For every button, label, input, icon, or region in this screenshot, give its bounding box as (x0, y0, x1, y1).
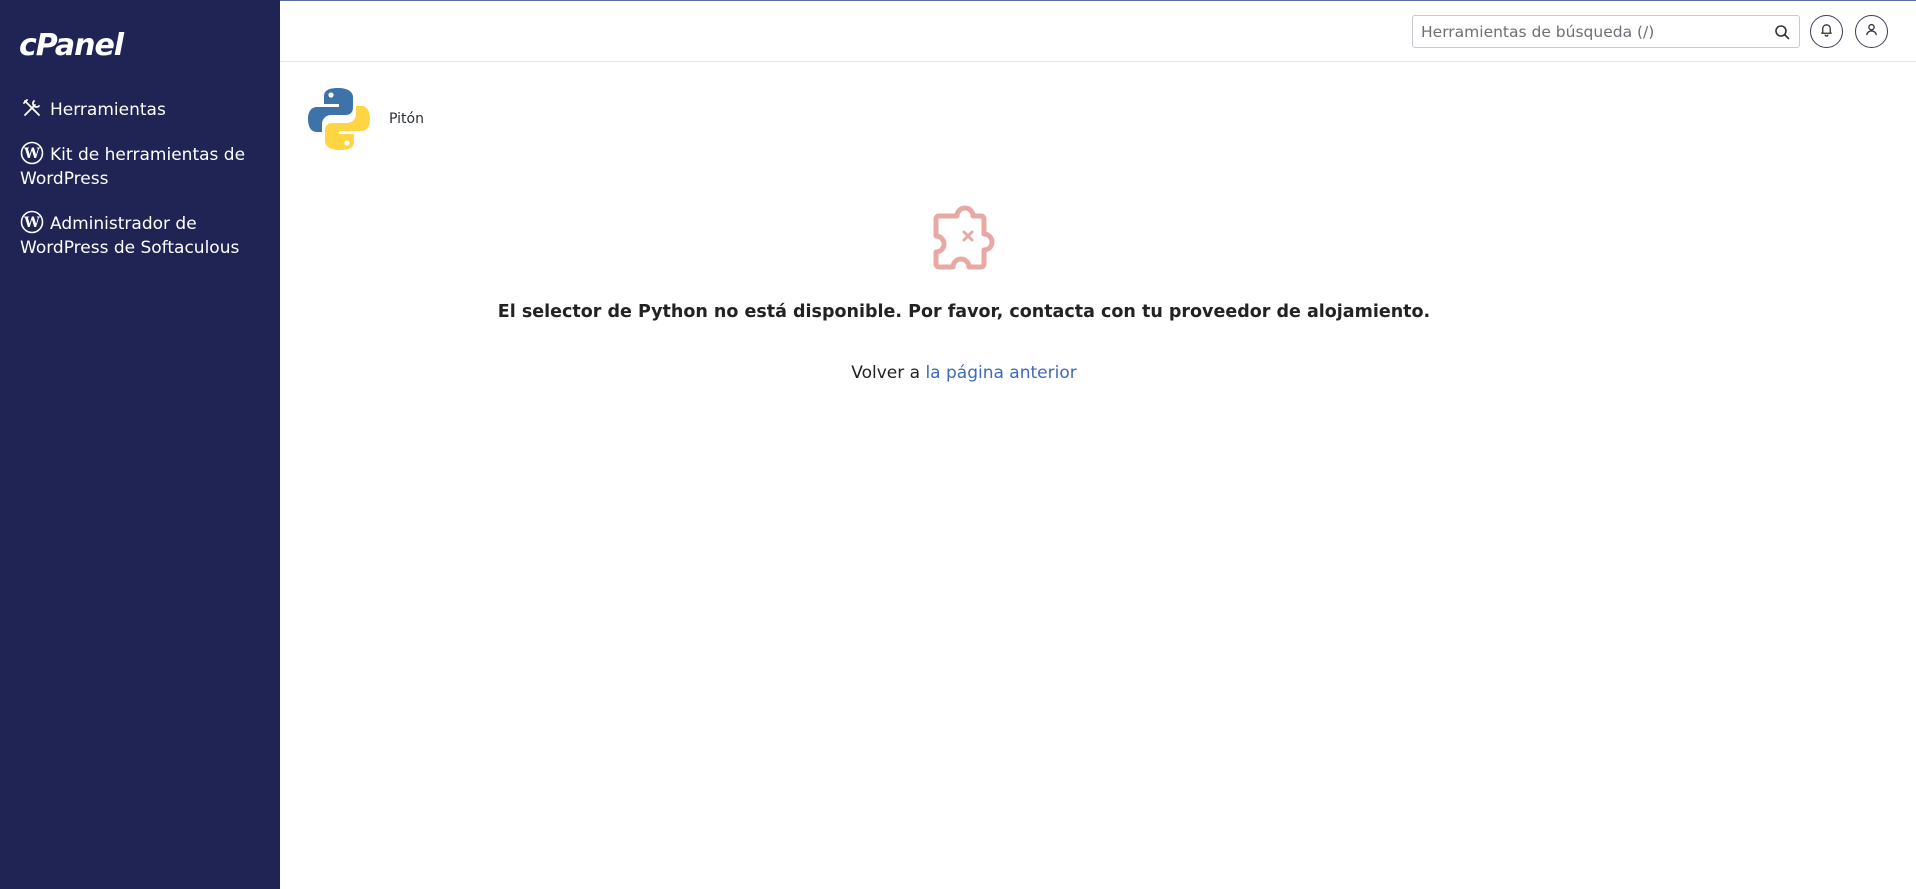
wordpress-icon: W (20, 141, 44, 165)
back-line: Volver a la página anterior (280, 363, 1648, 383)
sidebar-nav: Herramientas W Kit de herramientas de Wo… (20, 96, 270, 279)
sidebar: cPanel Herramientas W Kit de herramienta… (0, 0, 280, 889)
user-icon (1864, 22, 1879, 41)
puzzle-error-icon (924, 198, 1006, 280)
page-title: Pitón (389, 111, 424, 127)
previous-page-link[interactable]: la página anterior (925, 363, 1076, 383)
sidebar-item-label: Kit de herramientas de WordPress (20, 145, 246, 189)
user-menu-button[interactable] (1855, 15, 1888, 48)
sidebar-item-tools[interactable]: Herramientas (20, 96, 270, 122)
bell-icon (1819, 22, 1834, 41)
wordpress-icon: W (20, 210, 44, 234)
sidebar-item-label: Administrador de WordPress de Softaculou… (20, 214, 240, 258)
error-message: El selector de Python no está disponible… (497, 302, 1431, 322)
tools-icon (20, 96, 44, 120)
search-box (1412, 15, 1800, 48)
svg-text:W: W (23, 215, 40, 231)
top-bar (280, 1, 1916, 62)
python-logo-icon (307, 86, 371, 152)
search-input[interactable] (1421, 16, 1761, 47)
svg-text:W: W (23, 146, 40, 162)
sidebar-item-wordpress-toolkit[interactable]: W Kit de herramientas de WordPress (20, 141, 270, 191)
sidebar-item-label: Herramientas (50, 100, 166, 120)
notifications-button[interactable] (1810, 15, 1843, 48)
back-prefix: Volver a (851, 363, 921, 383)
search-icon[interactable] (1774, 24, 1790, 40)
cpanel-logo[interactable]: cPanel (19, 28, 124, 63)
sidebar-item-softaculous-wordpress[interactable]: W Administrador de WordPress de Softacul… (20, 210, 270, 260)
